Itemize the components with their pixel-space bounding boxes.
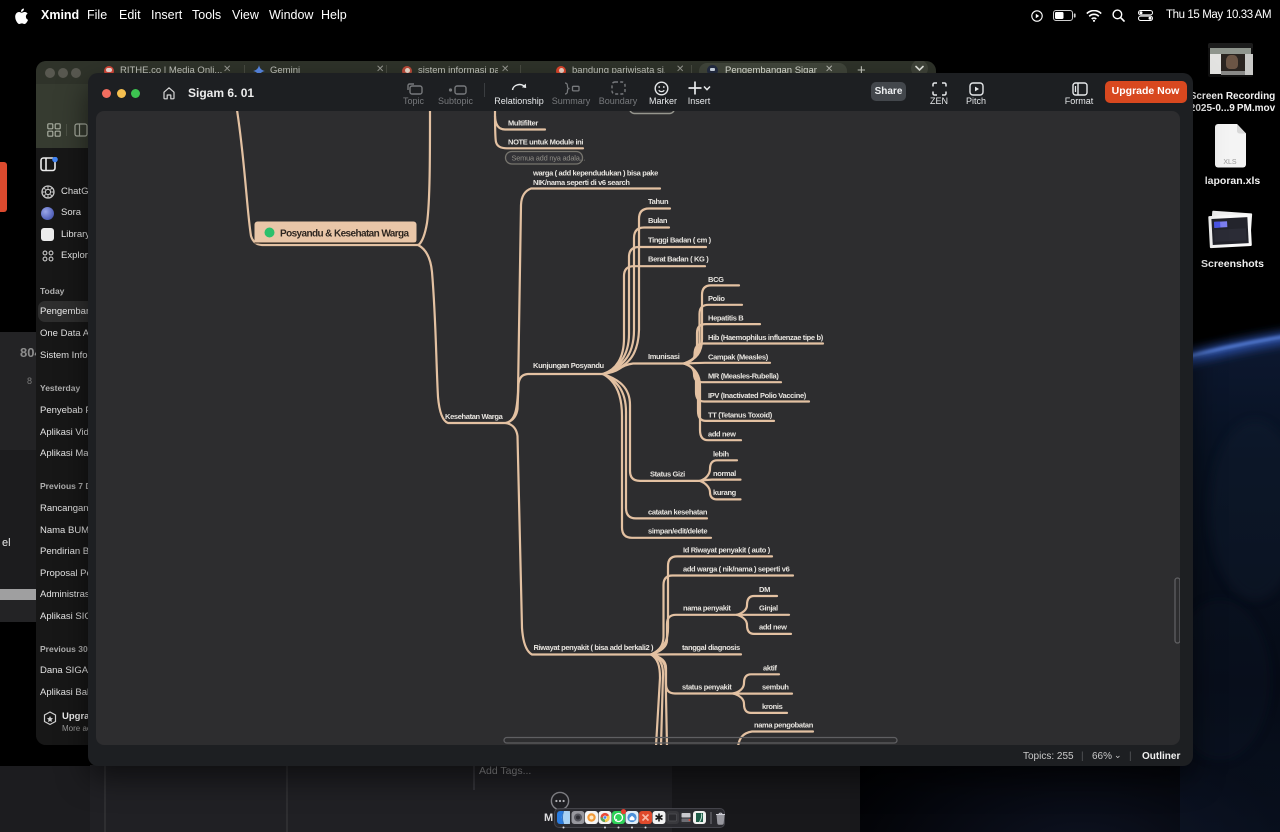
- svg-text:add warga ( nik/nama ) seperti: add warga ( nik/nama ) seperti v6: [683, 564, 790, 573]
- svg-text:NOTE untuk Module ini: NOTE untuk Module ini: [508, 138, 583, 147]
- svg-text:Ginjal: Ginjal: [759, 604, 778, 613]
- svg-text:Riwayat penyakit ( bisa add be: Riwayat penyakit ( bisa add berkali2 ): [534, 643, 655, 652]
- svg-text:TT (Tetanus Toxoid): TT (Tetanus Toxoid): [708, 410, 773, 419]
- svg-text:Semua add nya adala...: Semua add nya adala...: [512, 154, 586, 163]
- svg-text:MR (Measles-Rubella): MR (Measles-Rubella): [708, 372, 779, 381]
- svg-text:Kunjungan Posyandu: Kunjungan Posyandu: [533, 361, 605, 370]
- svg-text:catatan kesehatan: catatan kesehatan: [648, 507, 708, 516]
- svg-text:Berat Badan ( KG ): Berat Badan ( KG ): [648, 255, 709, 264]
- svg-text:Polio: Polio: [708, 294, 725, 303]
- svg-text:Imunisasi: Imunisasi: [648, 352, 680, 361]
- svg-text:DM: DM: [759, 585, 770, 594]
- svg-text:Bulan: Bulan: [648, 216, 668, 225]
- svg-text:kronis: kronis: [762, 702, 783, 711]
- svg-text:warga ( add kependudukan ) bis: warga ( add kependudukan ) bisa pake: [532, 168, 658, 177]
- svg-text:Posyandu & Kesehatan Warga: Posyandu & Kesehatan Warga: [280, 229, 410, 240]
- svg-text:XLS: XLS: [1223, 159, 1237, 166]
- svg-text:Hib (Haemophilus influenzae ti: Hib (Haemophilus influenzae tipe b): [708, 333, 824, 342]
- svg-text:tanggal diagnosis: tanggal diagnosis: [682, 643, 740, 652]
- svg-text:sembuh: sembuh: [762, 683, 789, 692]
- svg-text:simpan/edit/delete: simpan/edit/delete: [648, 527, 707, 536]
- svg-text:normal: normal: [713, 469, 736, 478]
- svg-text:Status Gizi: Status Gizi: [650, 470, 685, 479]
- svg-text:Multifilter: Multifilter: [508, 119, 538, 128]
- svg-text:add new: add new: [759, 623, 787, 632]
- svg-text:nama penyakit: nama penyakit: [683, 604, 731, 613]
- svg-text:Tinggi Badan ( cm ): Tinggi Badan ( cm ): [648, 236, 712, 245]
- svg-text:add new: add new: [708, 430, 736, 439]
- svg-text:Campak (Measles): Campak (Measles): [708, 352, 769, 361]
- svg-text:aktif: aktif: [763, 663, 778, 672]
- svg-text:kurang: kurang: [713, 488, 737, 497]
- svg-text:Hepatitis B: Hepatitis B: [708, 314, 744, 323]
- svg-text:IPV (Inactivated Polio Vaccine: IPV (Inactivated Polio Vaccine): [708, 391, 807, 400]
- svg-text:BCG: BCG: [708, 275, 724, 284]
- svg-text:nama pengobatan: nama pengobatan: [754, 720, 814, 729]
- svg-text:Kesehatan Warga: Kesehatan Warga: [445, 412, 504, 421]
- svg-text:status penyakit: status penyakit: [682, 683, 732, 692]
- svg-text:Tahun: Tahun: [648, 197, 669, 206]
- svg-text:Id Riwayat penyakit ( auto ): Id Riwayat penyakit ( auto ): [683, 545, 771, 554]
- svg-text:NIK/nama seperti di v6 search: NIK/nama seperti di v6 search: [533, 178, 630, 187]
- svg-text:lebih: lebih: [713, 449, 730, 458]
